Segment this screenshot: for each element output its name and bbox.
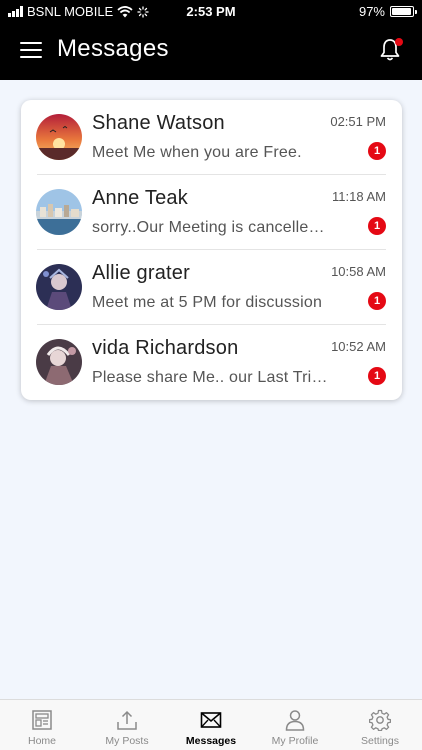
tab-label: My Profile [271,735,319,747]
avatar [36,189,82,235]
conversation-row[interactable]: Anne Teak sorry..Our Meeting is cancelle… [21,175,402,250]
wifi-icon [117,5,133,17]
conversation-list: Shane Watson Meet Me when you are Free. … [21,100,402,400]
hamburger-icon[interactable] [20,41,42,59]
status-right: 97% [358,4,417,19]
battery-icon [390,6,417,17]
tab-label: Home [27,735,56,747]
message-time: 10:52 AM [331,339,386,354]
message-time: 02:51 PM [330,114,386,129]
unread-badge: 1 [368,217,386,235]
message-preview: Meet Me when you are Free. [92,144,302,161]
envelope-icon [200,712,222,728]
gear-icon [369,709,391,731]
upload-icon [117,710,137,730]
page-title: Messages [57,35,169,62]
message-time: 10:58 AM [331,264,386,279]
contact-name: Shane Watson [92,112,225,134]
contact-name: Anne Teak [92,187,188,209]
tab-bar: Home My Posts Messages My Profile Settin… [0,699,422,750]
conversation-row[interactable]: vida Richardson Please share Me.. our La… [21,325,402,400]
person-icon [285,710,305,731]
unread-badge: 1 [368,367,386,385]
unread-badge: 1 [368,142,386,160]
home-icon [32,710,52,730]
tab-label: Settings [361,735,399,747]
contact-name: Allie grater [92,262,190,284]
avatar [36,339,82,385]
app-header: Messages [0,22,422,80]
unread-badge: 1 [368,292,386,310]
conversation-row[interactable]: Shane Watson Meet Me when you are Free. … [21,100,402,175]
tab-label: Messages [185,735,237,747]
notification-dot [395,38,403,46]
avatar [36,264,82,310]
status-bar: BSNL MOBILE 2:53 PM 97% [0,0,422,22]
conversation-row[interactable]: Allie grater Meet me at 5 PM for discuss… [21,250,402,325]
avatar [36,114,82,160]
message-preview: sorry..Our Meeting is cancelled today [92,219,332,236]
contact-name: vida Richardson [92,337,239,359]
bell-icon[interactable] [378,37,403,63]
signal-icon [8,6,23,17]
top-bar: BSNL MOBILE 2:53 PM 97% Messages [0,0,422,80]
message-time: 11:18 AM [332,189,386,204]
tab-home[interactable]: Home [0,700,84,750]
tab-messages[interactable]: Messages [169,700,253,750]
carrier-label: BSNL MOBILE [27,4,114,19]
tab-label: My Posts [105,735,149,747]
battery-fill [392,8,412,15]
loading-icon [137,5,149,18]
tab-my-profile[interactable]: My Profile [253,700,337,750]
battery-percent: 97% [358,4,385,19]
tab-settings[interactable]: Settings [338,700,422,750]
message-preview: Please share Me.. our Last Trip photos [92,369,332,386]
tab-my-posts[interactable]: My Posts [85,700,169,750]
status-left: BSNL MOBILE [8,4,149,19]
message-preview: Meet me at 5 PM for discussion [92,294,323,311]
